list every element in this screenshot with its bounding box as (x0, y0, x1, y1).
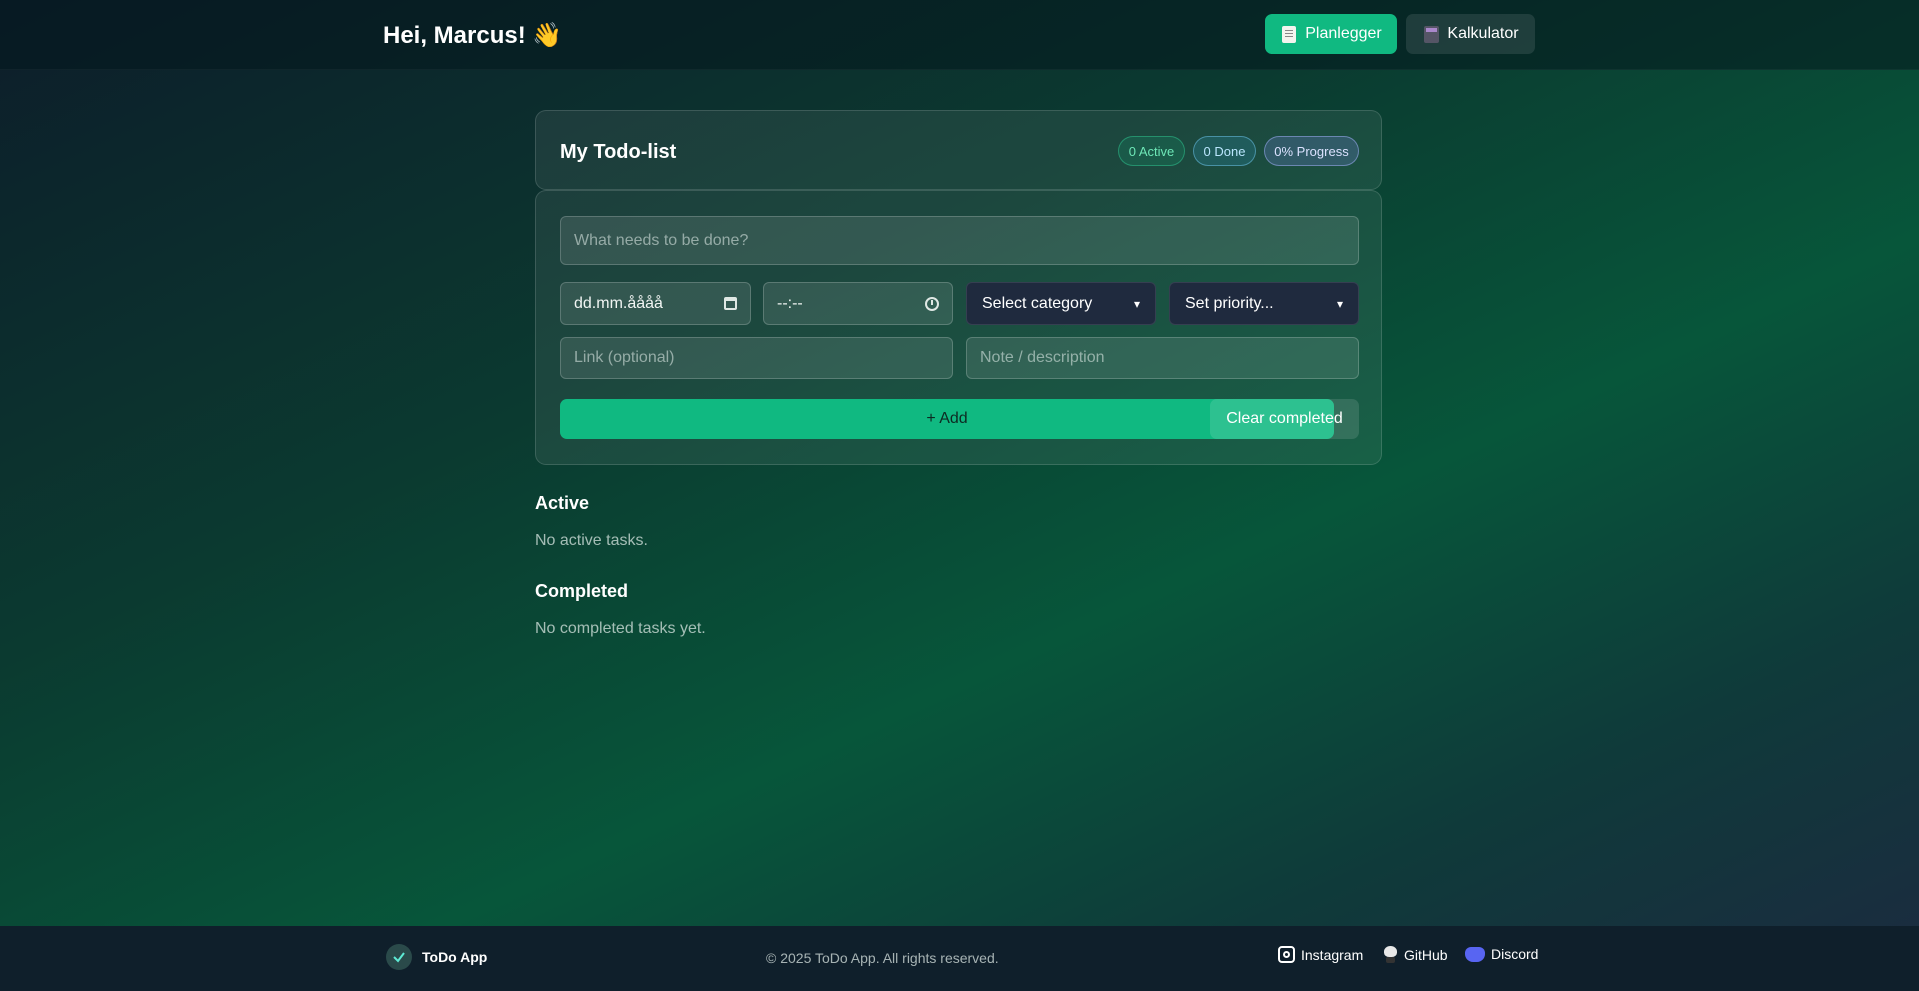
todo-list-title: My Todo-list (560, 141, 677, 163)
date-input-value: dd.mm.åååå (574, 294, 663, 312)
task-input[interactable] (560, 216, 1359, 265)
active-empty-message: No active tasks. (535, 532, 648, 549)
done-count-badge: 0 Done (1193, 136, 1256, 166)
active-count-badge: 0 Active (1118, 136, 1185, 166)
instagram-label: Instagram (1301, 946, 1364, 963)
priority-select-value: Set priority... (1185, 294, 1274, 312)
clear-completed-button[interactable]: Clear completed (1210, 399, 1359, 439)
github-icon (1383, 946, 1398, 964)
github-link[interactable]: GitHub (1383, 946, 1448, 964)
time-input[interactable]: --:-- (763, 282, 953, 325)
instagram-link[interactable]: Instagram (1278, 946, 1363, 963)
top-bar: Hei, Marcus! 👋 Planlegger Kalkulator (0, 0, 1919, 70)
time-input-value: --:-- (777, 294, 803, 312)
chevron-down-icon: ▾ (1133, 296, 1140, 311)
footer: ToDo App © 2025 ToDo App. All rights res… (0, 926, 1919, 991)
github-label: GitHub (1404, 947, 1448, 963)
date-input[interactable]: dd.mm.åååå (560, 282, 751, 325)
greeting-heading: Hei, Marcus! 👋 (383, 22, 563, 49)
discord-label: Discord (1491, 946, 1539, 962)
todo-header-card: My Todo-list 0 Active 0 Done 0% Progress (535, 110, 1382, 190)
progress-badge: 0% Progress (1264, 136, 1359, 166)
planner-button[interactable]: Planlegger (1265, 14, 1397, 54)
footer-brand: ToDo App (422, 949, 488, 965)
instagram-icon (1278, 946, 1295, 963)
note-input[interactable] (966, 337, 1359, 379)
chevron-down-icon: ▾ (1336, 296, 1343, 311)
planner-button-label: Planlegger (1305, 25, 1382, 42)
calculator-icon (1422, 25, 1440, 43)
memo-icon (1280, 25, 1298, 43)
priority-select[interactable]: Set priority... ▾ (1169, 282, 1359, 325)
completed-empty-message: No completed tasks yet. (535, 620, 706, 637)
category-select-value: Select category (982, 294, 1093, 312)
completed-section-title: Completed (535, 581, 629, 601)
discord-link[interactable]: Discord (1465, 946, 1538, 962)
active-section-title: Active (535, 493, 590, 513)
add-task-form: dd.mm.åååå --:-- Select category ▾ Set p… (535, 190, 1382, 465)
category-select[interactable]: Select category ▾ (966, 282, 1156, 325)
calendar-icon[interactable] (724, 297, 737, 310)
copyright-text: © 2025 ToDo App. All rights reserved. (766, 950, 999, 966)
clock-icon[interactable] (925, 296, 939, 311)
check-logo-icon (386, 944, 412, 970)
calculator-button-label: Kalkulator (1447, 25, 1519, 42)
link-input[interactable] (560, 337, 953, 379)
calculator-button[interactable]: Kalkulator (1406, 14, 1535, 54)
discord-icon (1465, 946, 1485, 962)
